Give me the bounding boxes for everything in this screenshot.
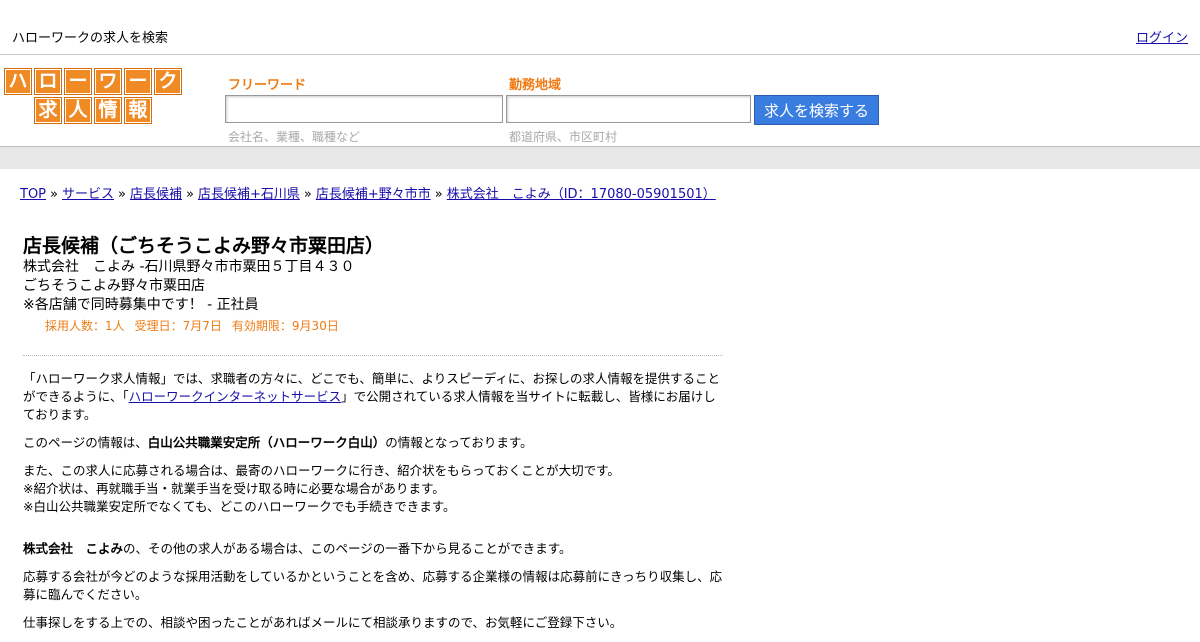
breadcrumb-city[interactable]: 店長候補+野々市市 — [316, 187, 431, 202]
breadcrumb-job-type[interactable]: 店長候補 — [130, 187, 182, 202]
breadcrumb-prefecture[interactable]: 店長候補+石川県 — [198, 187, 300, 202]
breadcrumb-top[interactable]: TOP — [20, 187, 46, 202]
referral-paragraph: また、この求人に応募される場合は、最寄のハローワークに行き、紹介状をもらっておく… — [23, 463, 620, 514]
keyword-label: フリーワード — [228, 78, 307, 93]
site-title: ハローワークの求人を検索 — [12, 31, 169, 46]
job-title: 店長候補（ごちそうこよみ野々市粟田店） — [23, 235, 385, 257]
logo-row-1: ハ ロ ー ワ ー ク — [4, 68, 182, 95]
employment-note: ※各店舗で同時募集中です！ - 正社員 — [23, 297, 259, 313]
company-name: 株式会社 こよみ — [23, 541, 124, 556]
hellowork-logo[interactable]: ハ ロ ー ワ ー ク 求 人 情 報 — [4, 68, 182, 124]
breadcrumb-service[interactable]: サービス — [62, 187, 114, 202]
header: ハ ロ ー ワ ー ク 求 人 情 報 フリーワード 会社名、業種、職種など 勤… — [0, 55, 1200, 147]
logo-char: ハ — [4, 68, 32, 95]
company-address: 株式会社 こよみ -石川県野々市市粟田５丁目４３０ — [23, 259, 355, 275]
breadcrumb: TOP» サービス» 店長候補» 店長候補+石川県» 店長候補+野々市市» 株式会社 こよ… — [20, 187, 716, 202]
logo-char: ク — [154, 68, 182, 95]
area-hint: 都道府県、市区町村 — [509, 130, 618, 144]
logo-char: 情 — [94, 97, 122, 124]
keyword-hint: 会社名、業種、職種など — [228, 130, 361, 144]
source-paragraph: このページの情報は、白山公共職業安定所（ハローワーク白山）の情報となっております… — [23, 435, 533, 450]
consult-paragraph: 仕事探しをする上での、相談や困ったことがあればメールにて相談承りますので、お気軽… — [23, 615, 623, 630]
divider — [23, 355, 723, 356]
logo-char: 人 — [64, 97, 92, 124]
logo-char: ー — [124, 68, 152, 95]
divider-bar — [0, 147, 1200, 169]
store-name: ごちそうこよみ野々市粟田店 — [23, 278, 205, 294]
search-button[interactable]: 求人を検索する — [754, 95, 879, 125]
intro-paragraph: 「ハローワーク求人情報」では、求職者の方々に、どこでも、簡単に、よりスピーディに… — [23, 371, 721, 422]
logo-char: ー — [64, 68, 92, 95]
top-bar: ハローワークの求人を検索 ログイン — [0, 0, 1200, 55]
breadcrumb-company[interactable]: 株式会社 こよみ（ID：17080-05901501） — [447, 187, 716, 202]
logo-row-2: 求 人 情 報 — [34, 97, 182, 124]
hellowork-internet-link[interactable]: ハローワークインターネットサービス — [129, 389, 342, 404]
job-meta: 採用人数：1人 受理日：7月7日 有効期限：9月30日 — [45, 317, 723, 335]
advice-paragraph: 応募する会社が今どのような採用活動をしているかということを含め、応募する企業様の… — [23, 569, 723, 602]
hires-count: 採用人数：1人 — [45, 319, 125, 333]
logo-char: ロ — [34, 68, 62, 95]
keyword-input[interactable] — [225, 95, 503, 123]
logo-char: ワ — [94, 68, 122, 95]
received-date: 受理日：7月7日 — [134, 319, 222, 333]
other-jobs-paragraph: 株式会社 こよみの、その他の求人がある場合は、このページの一番下から見ることがで… — [23, 541, 572, 556]
logo-char: 報 — [124, 97, 152, 124]
logo-char: 求 — [34, 97, 62, 124]
area-input[interactable] — [506, 95, 751, 123]
login-link[interactable]: ログイン — [1136, 27, 1188, 46]
area-label: 勤務地域 — [509, 78, 562, 93]
office-name: 白山公共職業安定所（ハローワーク白山） — [147, 435, 386, 450]
job-detail: 店長候補（ごちそうこよみ野々市粟田店） 株式会社 こよみ -石川県野々市市粟田５… — [23, 234, 723, 642]
expiry-date: 有効期限：9月30日 — [231, 319, 339, 333]
